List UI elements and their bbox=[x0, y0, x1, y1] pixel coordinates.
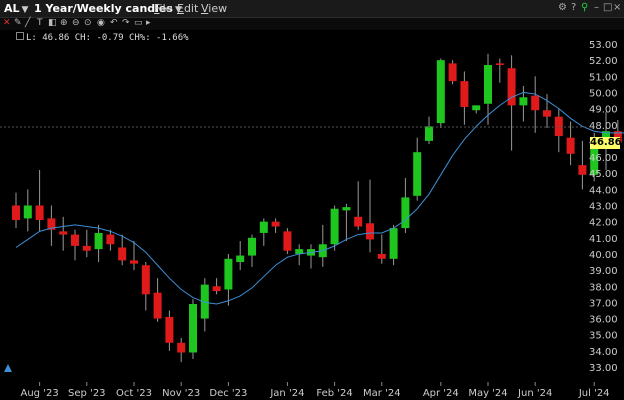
candle-body bbox=[35, 205, 44, 221]
y-tick-label: 38.00 bbox=[589, 282, 618, 293]
x-tick-label: Apr '24 bbox=[423, 388, 459, 399]
candle-body bbox=[354, 216, 363, 227]
candle-series bbox=[12, 53, 622, 363]
y-tick-label: 35.00 bbox=[589, 331, 618, 342]
x-tick-label: Aug '23 bbox=[21, 388, 59, 399]
y-tick-label: 40.00 bbox=[589, 250, 618, 261]
candle-body bbox=[23, 205, 32, 219]
x-tick-label: Mar '24 bbox=[363, 388, 401, 399]
candle-body bbox=[141, 265, 150, 295]
x-tick-label: Feb '24 bbox=[316, 388, 352, 399]
candle-body bbox=[531, 95, 540, 111]
moving-average-line bbox=[15, 91, 624, 305]
candle-body bbox=[248, 237, 256, 256]
y-tick-label: 45.00 bbox=[589, 169, 618, 180]
candle-body bbox=[436, 60, 445, 124]
x-axis: Aug '23 Sep '23 Oct '23 Nov '23 Dec '23 Jan '… bbox=[21, 382, 610, 399]
candle-body bbox=[460, 81, 469, 107]
candle-body bbox=[106, 234, 115, 245]
candle-body bbox=[377, 253, 386, 259]
candle-body bbox=[566, 137, 575, 154]
y-tick-label: 52.00 bbox=[589, 56, 618, 67]
candle-body bbox=[389, 228, 398, 259]
candle-body bbox=[259, 221, 268, 233]
y-tick-label: 44.00 bbox=[589, 185, 618, 196]
y-tick-label: 53.00 bbox=[589, 40, 618, 51]
candle-body bbox=[236, 255, 245, 263]
x-tick-label: Jun '24 bbox=[517, 388, 552, 399]
y-tick-label: 49.00 bbox=[589, 105, 618, 116]
candle-body bbox=[519, 97, 528, 106]
candle-body bbox=[94, 232, 103, 250]
candle-body bbox=[554, 116, 563, 137]
y-tick-label: 36.00 bbox=[589, 315, 618, 326]
candle-body bbox=[330, 208, 339, 245]
candle-body bbox=[543, 110, 551, 117]
candle-body bbox=[189, 304, 197, 353]
candle-body bbox=[366, 223, 374, 240]
candle-body bbox=[413, 152, 422, 196]
y-tick-label: 42.00 bbox=[589, 218, 618, 229]
candlestick-chart[interactable]: 53.0052.0051.0050.0049.0048.0047.0046.00… bbox=[0, 0, 624, 400]
y-tick-label: 33.00 bbox=[589, 363, 618, 374]
y-tick-label: 43.00 bbox=[589, 202, 618, 213]
flag-icon[interactable] bbox=[4, 364, 12, 372]
candle-body bbox=[578, 165, 587, 175]
x-tick-label: Jan '24 bbox=[269, 388, 304, 399]
y-tick-label: 46.00 bbox=[589, 153, 618, 164]
x-tick-label: Dec '23 bbox=[209, 388, 247, 399]
y-tick-label: 48.00 bbox=[589, 121, 618, 132]
candle-body bbox=[130, 260, 138, 264]
candle-body bbox=[401, 197, 410, 229]
candle-body bbox=[177, 342, 186, 353]
y-tick-label: 41.00 bbox=[589, 234, 618, 245]
candle-body bbox=[71, 234, 79, 246]
y-tick-label: 51.00 bbox=[589, 72, 618, 83]
x-tick-label: Sep '23 bbox=[68, 388, 106, 399]
y-tick-label: 34.00 bbox=[589, 347, 618, 358]
candle-body bbox=[153, 292, 162, 319]
candle-body bbox=[448, 63, 457, 82]
candle-body bbox=[12, 205, 20, 221]
candle-body bbox=[212, 286, 221, 292]
candle-body bbox=[59, 231, 68, 235]
candle-body bbox=[224, 258, 233, 290]
candle-body bbox=[425, 126, 433, 141]
x-tick-label: May '24 bbox=[468, 388, 507, 399]
candle-body bbox=[271, 221, 280, 227]
candle-body bbox=[484, 64, 492, 104]
y-tick-label: 37.00 bbox=[589, 298, 618, 309]
candle-body bbox=[472, 105, 481, 111]
x-tick-label: Jul '24 bbox=[578, 388, 610, 399]
candle-body bbox=[165, 316, 174, 343]
x-tick-label: Nov '23 bbox=[162, 388, 200, 399]
y-tick-label: 39.00 bbox=[589, 266, 618, 277]
last-price-tag: 46.86 bbox=[590, 137, 622, 149]
candle-body bbox=[342, 207, 351, 211]
y-tick-label: 50.00 bbox=[589, 88, 618, 99]
x-tick-label: Oct '23 bbox=[116, 388, 152, 399]
y-axis: 53.0052.0051.0050.0049.0048.0047.0046.00… bbox=[589, 40, 618, 374]
candle-body bbox=[283, 231, 292, 251]
candle-body bbox=[495, 63, 504, 65]
candle-body bbox=[82, 245, 91, 251]
candle-body bbox=[118, 247, 127, 261]
